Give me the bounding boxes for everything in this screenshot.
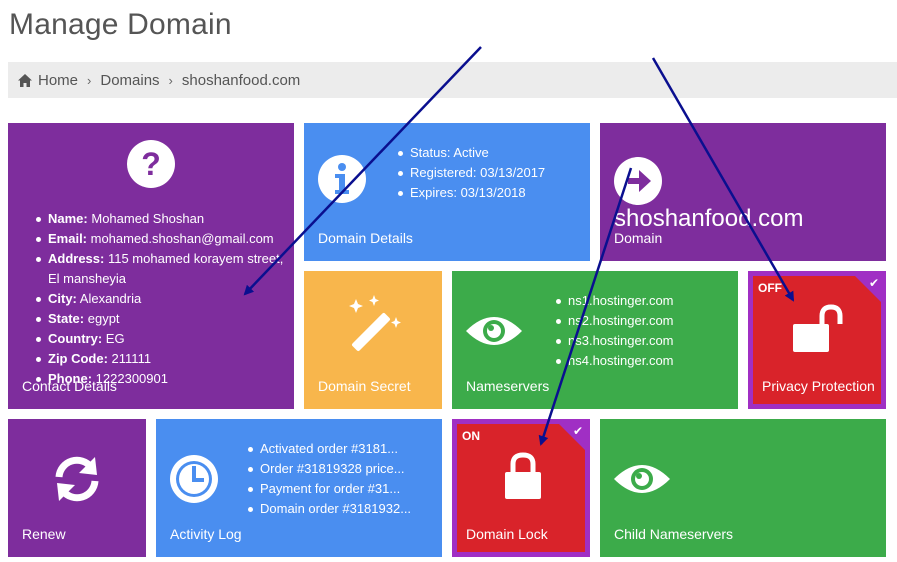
list-item: City: Alexandria (34, 289, 284, 309)
list-item: State: egypt (34, 309, 284, 329)
child-nameservers-tile[interactable]: Child Nameservers (600, 419, 886, 557)
arrow-circle-right-icon (614, 157, 662, 210)
nameservers-tile[interactable]: ns1.hostinger.com ns2.hostinger.com ns3.… (452, 271, 738, 409)
activity-log-list: Activated order #3181... Order #31819328… (246, 439, 411, 519)
refresh-icon (51, 453, 103, 510)
eye-icon (464, 311, 524, 356)
list-item: Activated order #3181... (246, 439, 411, 459)
contact-list: Name: Mohamed Shoshan Email: mohamed.sho… (34, 209, 284, 389)
question-icon: ? (127, 140, 175, 193)
magic-wand-icon (344, 295, 406, 362)
domain-details-label: Domain Details (318, 230, 413, 246)
svg-text:?: ? (141, 146, 161, 182)
list-item: Name: Mohamed Shoshan (34, 209, 284, 229)
domain-tile[interactable]: shoshanfood.com Domain (600, 123, 886, 261)
chevron-right-icon: › (168, 72, 173, 88)
breadcrumb-current: shoshanfood.com (181, 71, 301, 89)
domain-secret-tile[interactable]: Domain Secret (304, 271, 442, 409)
list-item: Expires: 03/13/2018 (396, 183, 545, 203)
info-icon (318, 155, 366, 208)
activity-log-label: Activity Log (170, 526, 242, 542)
eye-icon (612, 459, 672, 504)
list-item: Order #31819328 price... (246, 459, 411, 479)
list-item: Status: Active (396, 143, 545, 163)
list-item: ns4.hostinger.com (554, 351, 674, 371)
home-icon[interactable] (18, 73, 32, 87)
list-item: ns1.hostinger.com (554, 291, 674, 311)
lock-state: ON (462, 429, 480, 443)
unlock-icon (791, 304, 851, 359)
activity-log-tile[interactable]: Activated order #3181... Order #31819328… (156, 419, 442, 557)
page-title: Manage Domain (9, 8, 232, 41)
list-item: ns2.hostinger.com (554, 311, 674, 331)
domain-label: Domain (614, 230, 663, 246)
renew-label: Renew (22, 526, 66, 542)
privacy-state: OFF (758, 281, 782, 295)
renew-tile[interactable]: Renew (8, 419, 146, 557)
contact-details-label: Contact Details (22, 378, 117, 394)
nameservers-list: ns1.hostinger.com ns2.hostinger.com ns3.… (554, 291, 674, 371)
nameservers-label: Nameservers (466, 378, 550, 394)
privacy-protection-label: Privacy Protection (762, 378, 875, 394)
clock-icon (170, 455, 218, 508)
list-item: Registered: 03/13/2017 (396, 163, 545, 183)
domain-lock-label: Domain Lock (466, 526, 548, 542)
check-icon: ✔ (868, 276, 879, 290)
child-nameservers-label: Child Nameservers (614, 526, 734, 542)
domain-details-tile[interactable]: Status: Active Registered: 03/13/2017 Ex… (304, 123, 590, 261)
list-item: Country: EG (34, 329, 284, 349)
contact-details-tile[interactable]: ? Name: Mohamed Shoshan Email: mohamed.s… (8, 123, 294, 409)
domain-details-list: Status: Active Registered: 03/13/2017 Ex… (396, 143, 545, 203)
domain-lock-tile[interactable]: ✔ ON Domain Lock (452, 419, 590, 557)
lock-icon (503, 452, 543, 505)
list-item: Domain order #3181932... (246, 499, 411, 519)
domain-secret-label: Domain Secret (318, 378, 411, 394)
list-item: Address: 115 mohamed korayem street, El … (34, 249, 284, 289)
breadcrumb-home[interactable]: Home (38, 72, 78, 89)
list-item: Payment for order #31... (246, 479, 411, 499)
breadcrumb-domains[interactable]: Domains (100, 72, 159, 89)
check-icon: ✔ (572, 424, 583, 438)
privacy-protection-tile[interactable]: ✔ OFF Privacy Protection (748, 271, 886, 409)
list-item: ns3.hostinger.com (554, 331, 674, 351)
list-item: Email: mohamed.shoshan@gmail.com (34, 229, 284, 249)
breadcrumb: Home › Domains › shoshanfood.com (8, 62, 897, 98)
list-item: Zip Code: 211111 (34, 349, 284, 369)
chevron-right-icon: › (87, 72, 92, 88)
